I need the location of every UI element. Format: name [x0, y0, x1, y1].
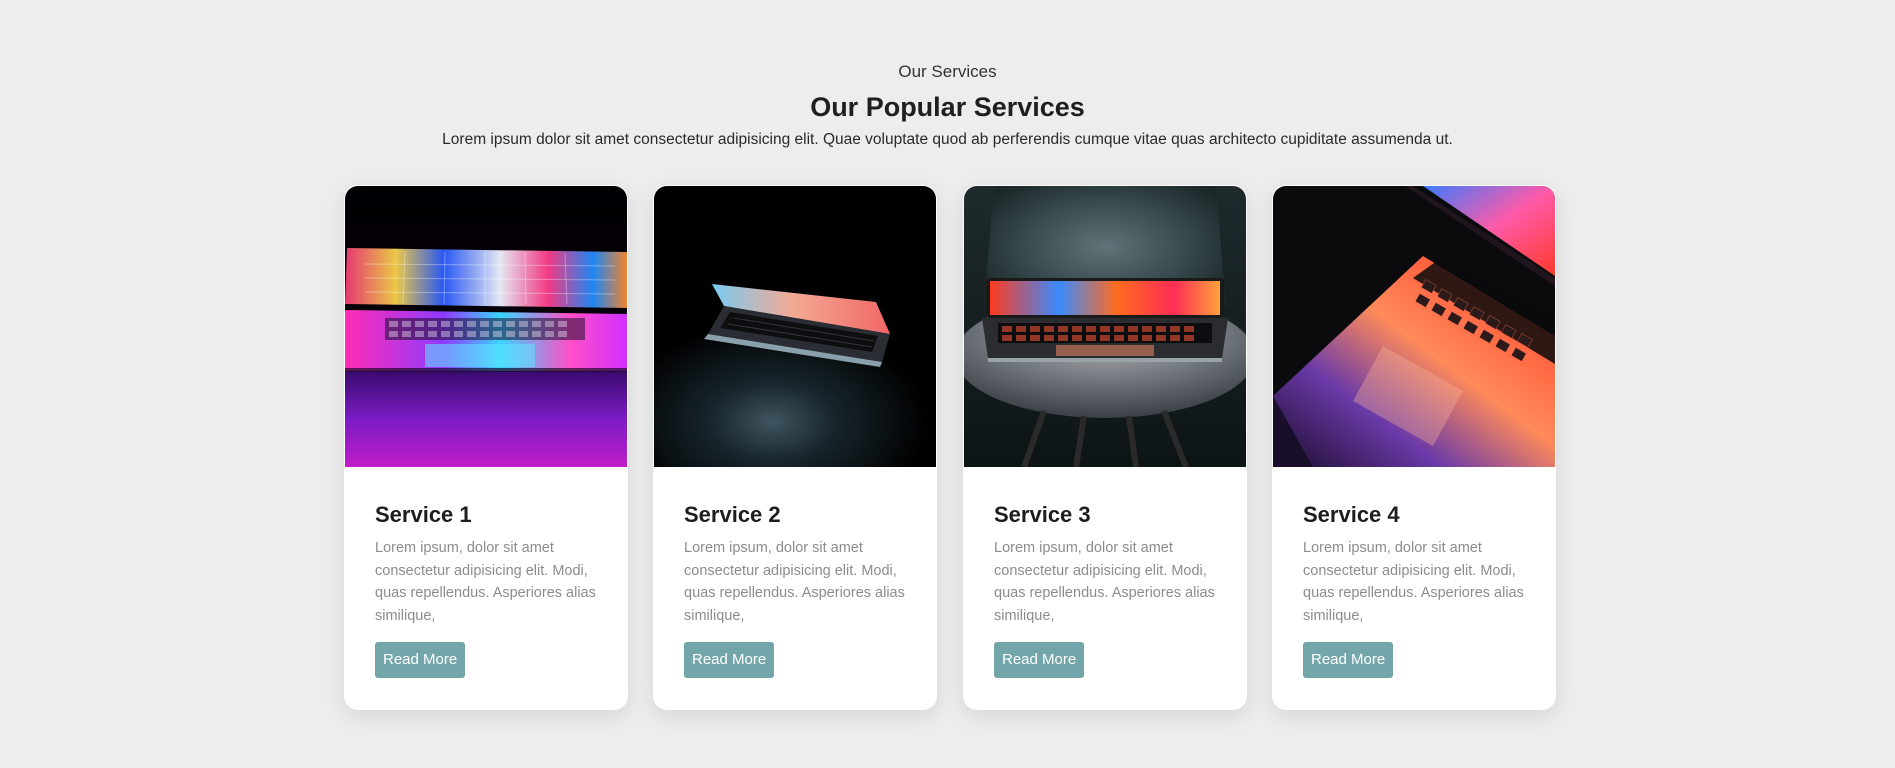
service-card-2: Service 2 Lorem ipsum, dolor sit amet co…	[653, 185, 937, 710]
service-cards: Service 1 Lorem ipsum, dolor sit amet co…	[344, 185, 1556, 710]
service-title-4: Service 4	[1303, 502, 1400, 527]
laptop-photo-2	[654, 186, 936, 467]
service-description-3: Lorem ipsum, dolor sit amet consectetur …	[994, 540, 1215, 624]
service-image-3	[964, 186, 1246, 467]
service-description-4: Lorem ipsum, dolor sit amet consectetur …	[1303, 540, 1524, 624]
section-title: Our Popular Services	[810, 92, 1085, 122]
service-image-1	[345, 186, 627, 467]
service-title-3: Service 3	[994, 502, 1091, 527]
laptop-photo-4	[1273, 186, 1555, 467]
section-intro: Lorem ipsum dolor sit amet consectetur a…	[442, 131, 1453, 148]
read-more-button-3[interactable]: Read More	[994, 642, 1085, 678]
service-description-2: Lorem ipsum, dolor sit amet consectetur …	[684, 540, 905, 624]
service-card-1: Service 1 Lorem ipsum, dolor sit amet co…	[344, 185, 628, 710]
read-more-button-4[interactable]: Read More	[1303, 642, 1394, 678]
service-description-1: Lorem ipsum, dolor sit amet consectetur …	[375, 540, 596, 624]
section-kicker: Our Services	[898, 62, 997, 81]
service-title-1: Service 1	[375, 502, 472, 527]
services-section: Our Services Our Popular Services Lorem …	[0, 0, 1895, 768]
service-image-2	[654, 186, 936, 467]
service-title-2: Service 2	[684, 502, 781, 527]
read-more-button-2[interactable]: Read More	[684, 642, 775, 678]
service-card-3: Service 3 Lorem ipsum, dolor sit amet co…	[963, 185, 1247, 710]
service-image-4	[1273, 186, 1555, 467]
service-card-4: Service 4 Lorem ipsum, dolor sit amet co…	[1272, 185, 1556, 710]
laptop-photo-3	[964, 186, 1246, 467]
laptop-photo-1	[345, 186, 627, 467]
read-more-button-1[interactable]: Read More	[375, 642, 466, 678]
